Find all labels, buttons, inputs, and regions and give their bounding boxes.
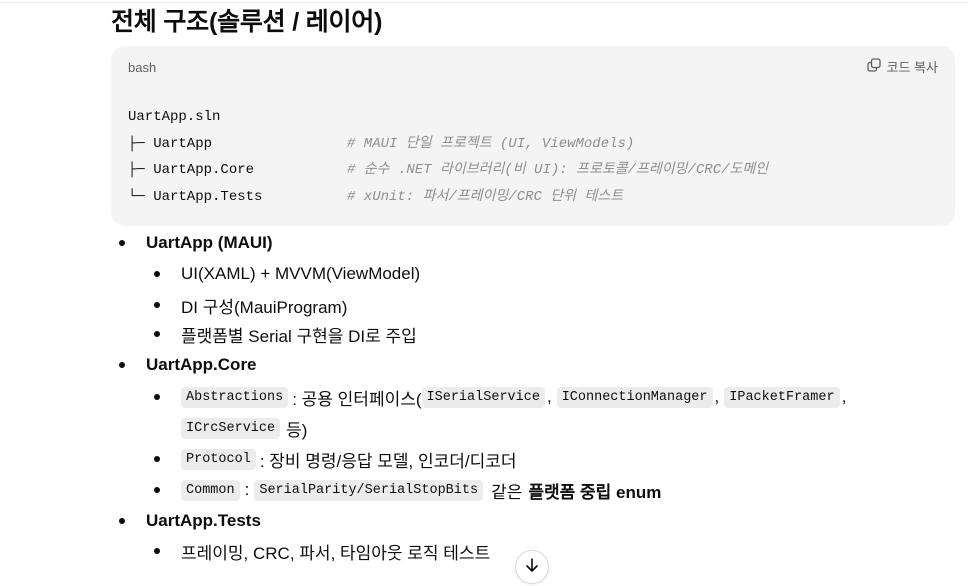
code-content: UartApp.sln ├─ UartApp # MAUI 단일 프로젝트 (U…	[128, 104, 768, 210]
section-heading: 전체 구조(솔루션 / 레이어)	[111, 8, 383, 36]
code-line: ├─ UartApp # MAUI 단일 프로젝트 (UI, ViewModel…	[128, 131, 768, 158]
code-language-label: bash	[128, 60, 157, 75]
inline-code: IConnectionManager	[556, 386, 713, 408]
scroll-to-bottom-button[interactable]	[515, 550, 549, 584]
bullet	[154, 331, 160, 337]
code-line: UartApp.sln	[128, 104, 768, 131]
inline-code: ICrcService	[181, 417, 281, 439]
list-item-text: : 공용 인터페이스(	[292, 389, 422, 409]
list-item-text: UI(XAML) + MVVM(ViewModel)	[181, 264, 421, 283]
copy-code-label: 코드 복사	[886, 60, 938, 75]
list-item-text: 같은	[491, 482, 523, 502]
list-item: DI 구성(MauiProgram)	[154, 291, 347, 319]
list-item-app: UartApp (MAUI)	[119, 230, 273, 256]
inline-code: IPacketFramer	[724, 386, 840, 408]
separator: ,	[546, 387, 552, 406]
top-divider	[0, 2, 968, 3]
list-item-common: Common : SerialParity/SerialStopBits 같은 …	[154, 476, 661, 504]
bullet	[154, 394, 160, 400]
copy-code-button[interactable]: 코드 복사	[866, 57, 938, 76]
bullet	[154, 487, 160, 493]
list-item: 프레이밍, CRC, 파서, 타임아웃 로직 테스트	[154, 537, 490, 565]
list-item-title: UartApp.Tests	[146, 511, 261, 530]
separator: ,	[714, 387, 720, 406]
bullet	[154, 456, 160, 462]
code-text: └─ UartApp.Tests	[128, 188, 263, 205]
bullet	[119, 362, 125, 368]
list-item-text: : 장비 명령/응답 모델, 인코더/디코더	[259, 451, 517, 471]
bullet	[154, 271, 160, 277]
bullet	[154, 548, 160, 554]
list-item-title: UartApp (MAUI)	[146, 233, 273, 252]
list-item-continuation: ICrcService 등)	[181, 414, 307, 442]
code-text: ├─ UartApp	[128, 135, 213, 152]
list-item-text: 프레이밍, CRC, 파서, 타임아웃 로직 테스트	[181, 543, 491, 563]
code-text: ├─ UartApp.Core	[128, 162, 255, 178]
list-item-tests: UartApp.Tests	[119, 508, 261, 534]
bullet	[154, 302, 160, 308]
code-line: └─ UartApp.Tests # xUnit: 파서/프레이밍/CRC 단위…	[128, 184, 768, 211]
list-item-core: UartApp.Core	[119, 352, 257, 378]
list-item-bold: 플랫폼 중립 enum	[528, 482, 662, 502]
copy-icon	[866, 57, 882, 76]
separator: :	[244, 480, 250, 499]
inline-code: SerialParity/SerialStopBits	[254, 479, 484, 501]
bullet	[119, 518, 125, 524]
inline-code: Common	[181, 479, 240, 501]
code-comment: # 순수 .NET 라이브러리(비 UI): 프로토콜/프레이밍/CRC/도메인	[347, 162, 769, 178]
inline-code: Abstractions	[181, 386, 289, 408]
list-item-title: UartApp.Core	[146, 355, 257, 374]
code-text: UartApp.sln	[128, 109, 221, 125]
separator: ,	[841, 387, 847, 406]
code-comment: # MAUI 단일 프로젝트 (UI, ViewModels)	[347, 135, 635, 152]
list-item-text: 플랫폼별 Serial 구현을 DI로 주입	[181, 326, 417, 346]
arrow-down-icon	[523, 556, 541, 579]
list-item-protocol: Protocol : 장비 명령/응답 모델, 인코더/디코더	[154, 445, 517, 473]
list-item-abstractions: Abstractions : 공용 인터페이스( ISerialService …	[154, 383, 846, 411]
code-line: ├─ UartApp.Core # 순수 .NET 라이브러리(비 UI): 프…	[128, 157, 768, 184]
list-item-text: DI 구성(MauiProgram)	[181, 297, 348, 317]
bullet	[119, 240, 125, 246]
inline-code: ISerialService	[421, 386, 545, 408]
list-item-text: 등)	[286, 420, 308, 440]
list-item: UI(XAML) + MVVM(ViewModel)	[154, 260, 420, 288]
code-comment: # xUnit: 파서/프레이밍/CRC 단위 테스트	[347, 188, 624, 205]
code-block: bash 코드 복사 UartApp.sln ├─ UartApp # MAUI…	[111, 46, 955, 226]
inline-code: Protocol	[181, 448, 256, 470]
list-item: 플랫폼별 Serial 구현을 DI로 주입	[154, 320, 417, 348]
